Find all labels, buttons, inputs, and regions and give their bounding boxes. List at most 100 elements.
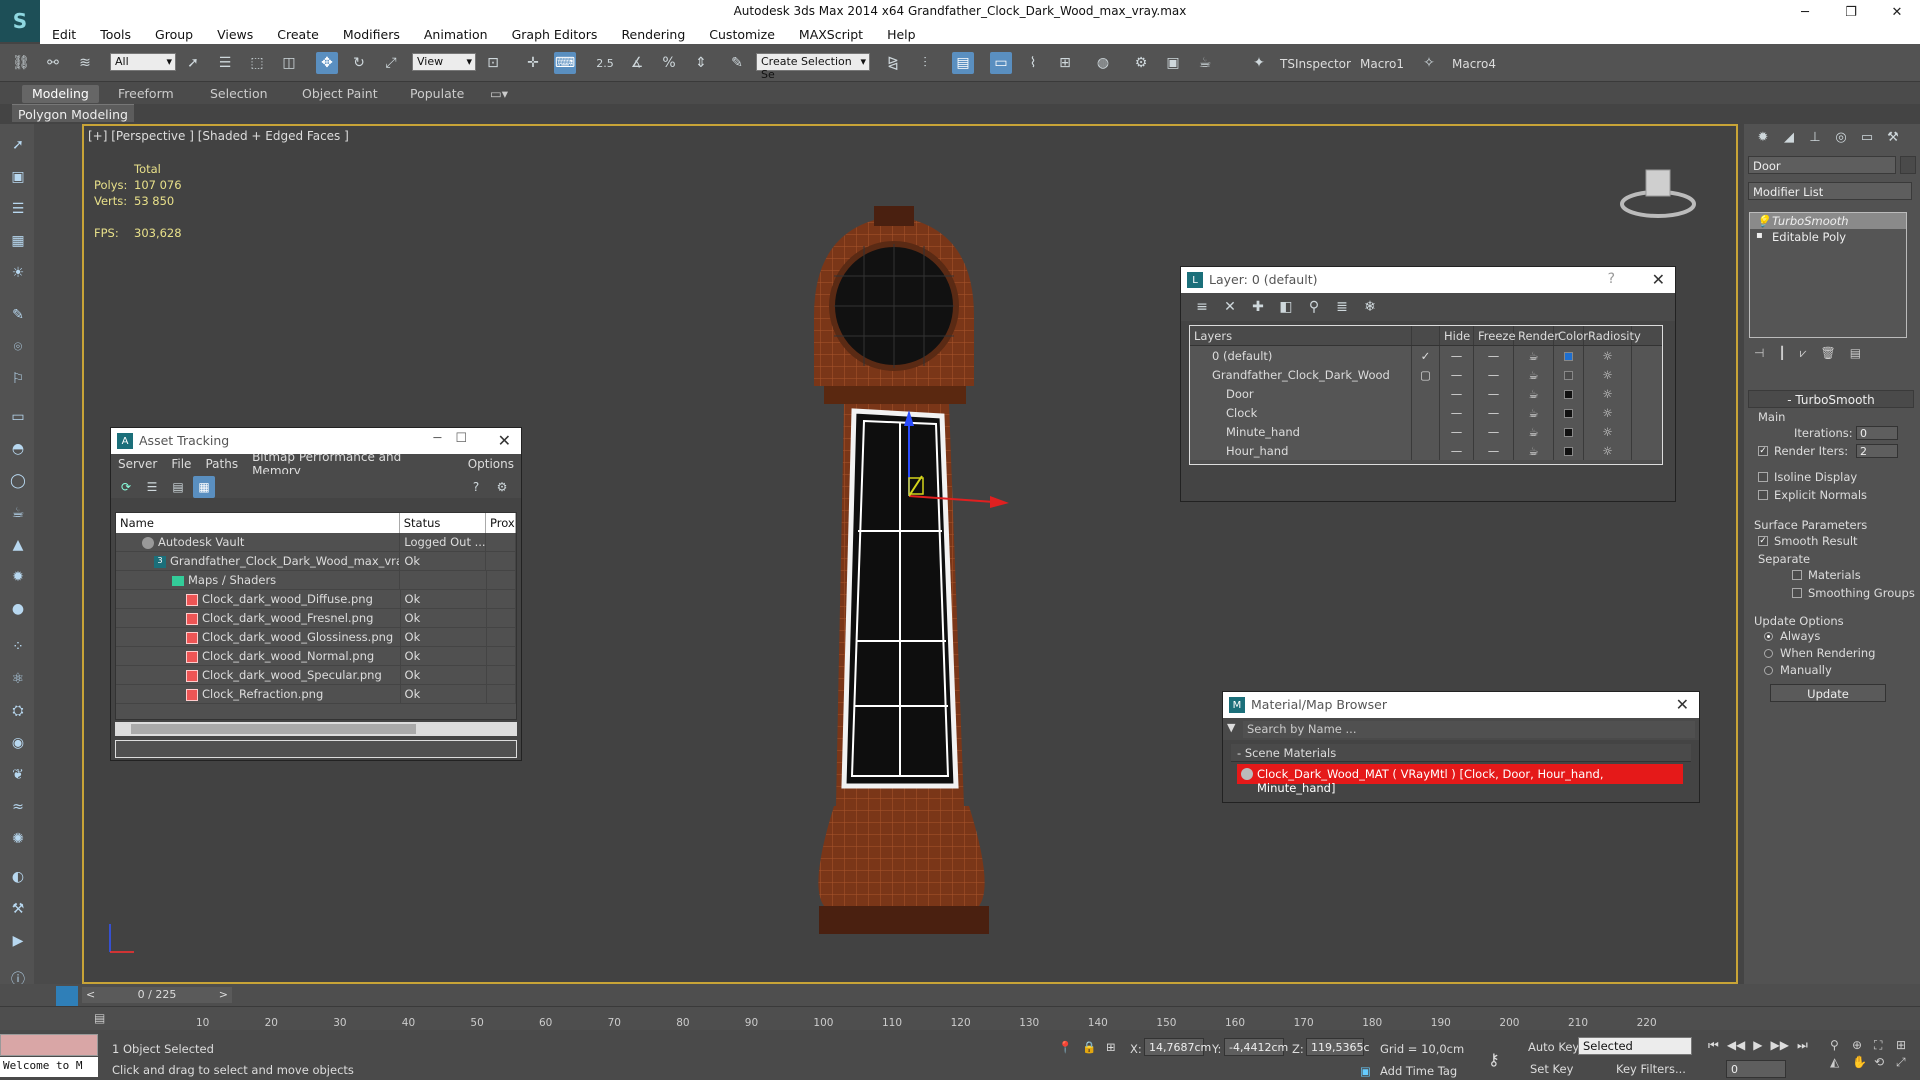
- table-view-icon[interactable]: ▦: [193, 476, 215, 498]
- active-layer-check[interactable]: ✓: [1412, 346, 1440, 365]
- key-filters-button[interactable]: Key Filters...: [1616, 1062, 1686, 1076]
- isoline-display-checkbox[interactable]: [1758, 472, 1768, 482]
- object-color-swatch[interactable]: [1900, 156, 1916, 174]
- column-name[interactable]: Name: [116, 513, 400, 533]
- app-logo[interactable]: S: [0, 0, 40, 42]
- material-browser-titlebar[interactable]: M Material/Map Browser ✕: [1223, 692, 1699, 718]
- grandfather-clock-model[interactable]: [724, 186, 1144, 966]
- spinner-snap-icon[interactable]: ⇕: [690, 52, 712, 74]
- rotate-icon[interactable]: ↻: [348, 52, 370, 74]
- hide-toggle[interactable]: —: [1440, 403, 1474, 422]
- table-row[interactable]: Clock_dark_wood_Glossiness.png Ok: [116, 628, 517, 647]
- radiosity-icon[interactable]: ☼: [1584, 384, 1632, 403]
- next-frame-icon[interactable]: >: [219, 988, 228, 1001]
- help-icon[interactable]: ?: [1608, 271, 1615, 287]
- menu-file[interactable]: File: [164, 457, 198, 471]
- thumbnail-view-icon[interactable]: ▤: [167, 476, 189, 498]
- named-selection-dropdown[interactable]: Create Selection Se: [756, 53, 870, 81]
- viewport-label[interactable]: [+] [Perspective ] [Shaded + Edged Faces…: [88, 129, 349, 143]
- key-mode-dropdown[interactable]: Selected: [1578, 1037, 1692, 1055]
- motion-tab-icon[interactable]: ◎: [1830, 128, 1852, 146]
- freeze-toggle[interactable]: —: [1474, 384, 1514, 403]
- object-name-field[interactable]: Door: [1748, 156, 1896, 174]
- link-icon[interactable]: ⛓: [10, 52, 32, 74]
- select-icon[interactable]: ➚: [6, 134, 30, 156]
- tsinspector-icon[interactable]: ✦: [1248, 52, 1270, 74]
- ribbon-toggle-icon[interactable]: ▭: [990, 52, 1012, 74]
- column-radiosity[interactable]: Radiosity: [1584, 326, 1641, 345]
- time-tag-icon[interactable]: ▣: [1360, 1064, 1371, 1078]
- maxscript-listener-output[interactable]: [0, 1034, 98, 1056]
- object-color-swatch[interactable]: [1564, 409, 1573, 418]
- sun-icon[interactable]: ✹: [6, 566, 30, 588]
- selection-filter-dropdown[interactable]: All: [110, 53, 176, 71]
- previous-frame-icon[interactable]: ◀◀: [1727, 1038, 1745, 1053]
- menu-graph-editors[interactable]: Graph Editors: [500, 27, 610, 42]
- column-render[interactable]: Render: [1514, 326, 1559, 345]
- edit-named-selection-icon[interactable]: ✎: [726, 52, 748, 74]
- mini-listener-icon[interactable]: [56, 986, 78, 1006]
- layer-color-swatch[interactable]: [1564, 352, 1573, 361]
- curve-editor-icon[interactable]: ⌇: [1022, 52, 1044, 74]
- horizontal-scrollbar[interactable]: [115, 722, 517, 736]
- table-row[interactable]: Autodesk Vault Logged Out ...: [116, 533, 516, 552]
- scale-icon[interactable]: ⤢: [380, 52, 402, 74]
- snap-toggle-icon[interactable]: 2.5: [594, 52, 616, 74]
- ref-coord-dropdown[interactable]: View: [412, 53, 476, 71]
- selection-lock-icon[interactable]: 🔒: [1082, 1040, 1096, 1054]
- environment-icon[interactable]: ◐: [6, 866, 30, 888]
- window-crossing-icon[interactable]: ◫: [278, 52, 300, 74]
- current-frame-field[interactable]: 0: [1726, 1060, 1786, 1078]
- create-box-icon[interactable]: ▣: [6, 166, 30, 188]
- absolute-mode-icon[interactable]: ⊞: [1106, 1040, 1116, 1054]
- percent-snap-icon[interactable]: %: [658, 52, 680, 74]
- scene-materials-section[interactable]: - Scene Materials: [1231, 744, 1691, 762]
- table-row[interactable]: Clock_dark_wood_Fresnel.png Ok: [116, 609, 517, 628]
- layer-row[interactable]: Door — — ☕ ☼: [1190, 384, 1662, 403]
- rendered-frame-window-icon[interactable]: ▣: [1162, 52, 1184, 74]
- menu-rendering[interactable]: Rendering: [609, 27, 697, 42]
- torus-icon[interactable]: ◯: [6, 470, 30, 492]
- scrollbar-thumb[interactable]: [131, 724, 416, 734]
- settings-icon[interactable]: ⚙: [491, 476, 513, 498]
- angle-snap-icon[interactable]: ∡: [626, 52, 648, 74]
- minimize-icon[interactable]: ─: [1782, 0, 1828, 24]
- radiosity-icon[interactable]: ☼: [1584, 441, 1632, 460]
- minimize-maximize-icon[interactable]: ─☐: [434, 431, 481, 446]
- plane-icon[interactable]: ▭: [6, 406, 30, 428]
- add-to-layer-icon[interactable]: ✚: [1247, 296, 1269, 318]
- render-iters-spinner[interactable]: 2: [1856, 444, 1898, 458]
- camera-icon[interactable]: ⌾: [6, 336, 30, 358]
- create-tab-icon[interactable]: ✹: [1752, 128, 1774, 146]
- tab-populate[interactable]: Populate: [400, 85, 474, 103]
- make-unique-icon[interactable]: ⩗: [1800, 346, 1807, 361]
- zoom-icon[interactable]: ⚲: [1830, 1038, 1850, 1053]
- manipulate-icon[interactable]: ✛: [522, 52, 544, 74]
- hide-toggle[interactable]: —: [1440, 441, 1474, 460]
- menu-server[interactable]: Server: [111, 457, 164, 471]
- close-icon[interactable]: ✕: [1676, 695, 1689, 714]
- column-status[interactable]: Status: [400, 513, 486, 533]
- update-button[interactable]: Update: [1770, 684, 1886, 702]
- render-toggle-icon[interactable]: ☕: [1514, 346, 1554, 365]
- smoothing-groups-checkbox[interactable]: [1792, 588, 1802, 598]
- menu-help[interactable]: Help: [875, 27, 928, 42]
- fur-icon[interactable]: ✺: [6, 828, 30, 850]
- modifier-turbosmooth[interactable]: 💡 TurboSmooth: [1750, 213, 1906, 229]
- bind-space-warp-icon[interactable]: ≋: [74, 52, 96, 74]
- show-end-result-icon[interactable]: ┃: [1778, 346, 1785, 361]
- pan-icon[interactable]: ✋: [1852, 1055, 1872, 1070]
- cone-icon[interactable]: ▲: [6, 534, 30, 556]
- table-row[interactable]: Clock_Refraction.png Ok: [116, 685, 517, 704]
- explicit-normals-checkbox[interactable]: [1758, 490, 1768, 500]
- go-to-end-icon[interactable]: ⏭: [1797, 1038, 1808, 1053]
- freeze-toggle[interactable]: —: [1474, 441, 1514, 460]
- macro4-icon[interactable]: ✧: [1418, 52, 1440, 74]
- hair-icon[interactable]: ≈: [6, 796, 30, 818]
- teapot-icon[interactable]: ☕: [6, 502, 30, 524]
- hide-toggle[interactable]: —: [1440, 365, 1474, 384]
- viewcube[interactable]: [1618, 164, 1698, 224]
- keyboard-shortcut-icon[interactable]: ⌨: [554, 52, 576, 74]
- grid-icon[interactable]: ▦: [6, 230, 30, 252]
- manually-radio[interactable]: [1764, 666, 1773, 675]
